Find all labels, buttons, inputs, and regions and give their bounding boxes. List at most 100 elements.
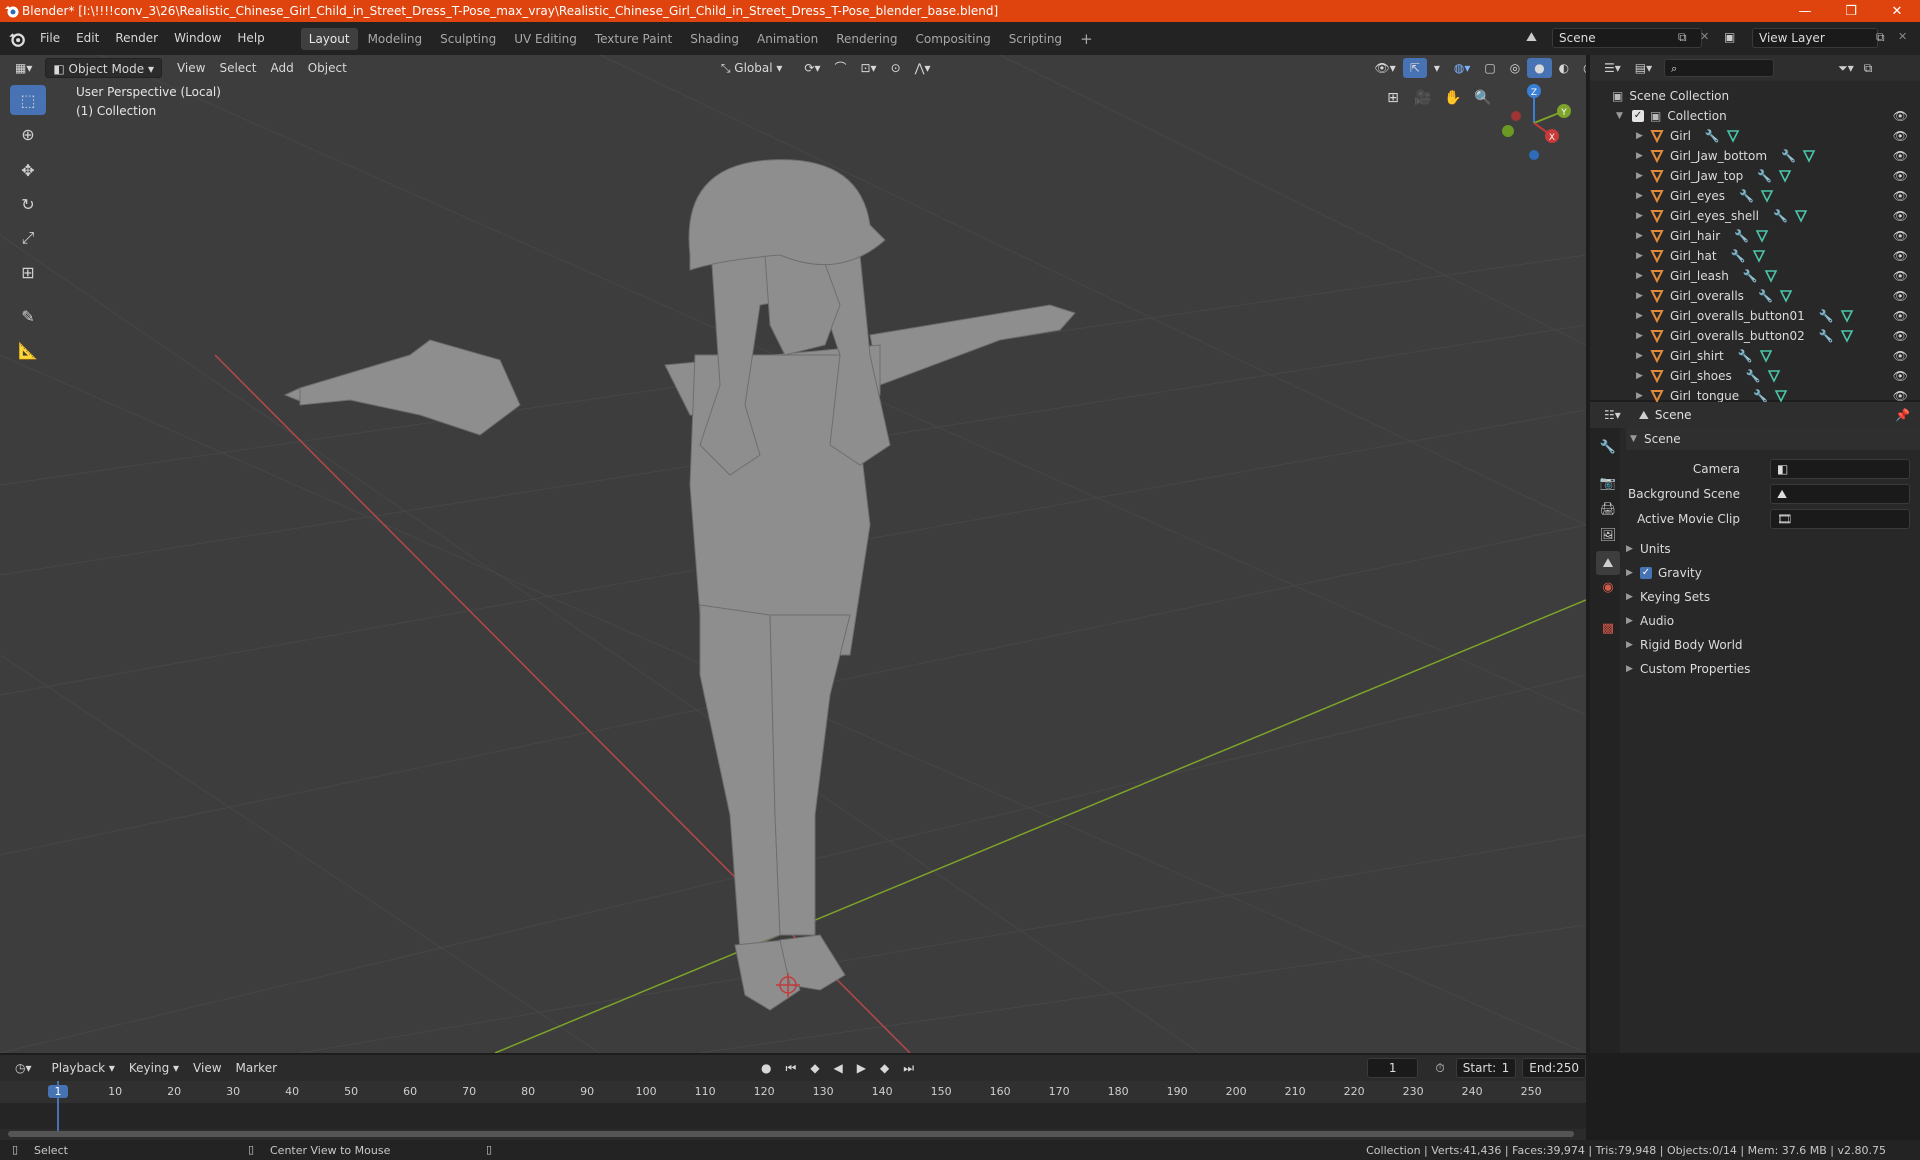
collection-visibility-icon[interactable]: 👁 [1893, 109, 1908, 123]
outliner-object-row[interactable]: ▶ Girl_leash 🔧 👁 [1590, 266, 1920, 286]
close-button[interactable]: ✕ [1874, 0, 1920, 22]
mesh-data-icon[interactable] [1752, 249, 1766, 263]
timeline-view-menu[interactable]: View [186, 1058, 228, 1078]
view-layer-field[interactable]: View Layer [1752, 28, 1878, 48]
modifier-wrench-icon[interactable]: 🔧 [1753, 389, 1768, 403]
modifier-wrench-icon[interactable]: 🔧 [1819, 309, 1834, 323]
delete-scene-icon[interactable]: ✕ [1700, 30, 1709, 43]
background-scene-field[interactable]: ⛰ [1770, 484, 1910, 504]
mesh-data-icon[interactable] [1760, 189, 1774, 203]
tab-compositing[interactable]: Compositing [907, 28, 998, 50]
visibility-eye-icon[interactable]: 👁 [1893, 269, 1908, 283]
modifier-wrench-icon[interactable]: 🔧 [1781, 149, 1796, 163]
modifier-wrench-icon[interactable]: 🔧 [1731, 249, 1746, 263]
marker-menu[interactable]: Marker [229, 1058, 284, 1078]
view-layer-tab-icon[interactable]: 🖼 [1596, 523, 1620, 547]
measure-tool-icon[interactable]: 📐 [10, 335, 46, 365]
active-movie-clip-field[interactable]: 🎞 [1770, 509, 1910, 529]
outliner-scene-collection[interactable]: ▣ Scene Collection [1590, 86, 1920, 106]
proportional-edit-icon[interactable]: ⊙ [884, 58, 908, 78]
play-icon[interactable]: ▶ [850, 1058, 873, 1078]
menu-edit[interactable]: Edit [68, 22, 107, 55]
outliner-object-row[interactable]: ▶ Girl_Jaw_top 🔧 👁 [1590, 166, 1920, 186]
next-keyframe-icon[interactable]: ◆ [873, 1058, 896, 1078]
pivot-point-icon[interactable]: ⟳▾ [797, 58, 827, 78]
modifier-wrench-icon[interactable]: 🔧 [1739, 189, 1754, 203]
add-menu[interactable]: Add [264, 58, 301, 78]
visibility-eye-icon[interactable]: 👁 [1893, 249, 1908, 263]
expand-arrow-icon[interactable]: ▶ [1636, 231, 1646, 241]
outliner-object-row[interactable]: ▶ Girl_hair 🔧 👁 [1590, 226, 1920, 246]
prev-keyframe-icon[interactable]: ◆ [803, 1058, 826, 1078]
select-box-tool-icon[interactable]: ⬚ [10, 85, 46, 115]
object-menu[interactable]: Object [301, 58, 354, 78]
visibility-eye-icon[interactable]: 👁 [1893, 149, 1908, 163]
preview-range-icon[interactable]: ⏱ [1428, 1058, 1451, 1078]
outliner-editor-type-icon[interactable]: ☰▾ [1604, 61, 1621, 75]
material-shading-icon[interactable]: ◐ [1552, 58, 1576, 78]
gizmo-toggle-icon[interactable]: ⇱ [1402, 58, 1427, 78]
new-scene-icon[interactable]: ⧉ [1678, 30, 1687, 45]
overlays-icon[interactable]: ◍▾ [1447, 58, 1478, 78]
modifier-wrench-icon[interactable]: 🔧 [1819, 329, 1834, 343]
expand-arrow-icon[interactable]: ▶ [1636, 371, 1646, 381]
falloff-icon[interactable]: ⋀▾ [908, 58, 938, 78]
keyframe-area[interactable] [0, 1103, 1586, 1129]
expand-arrow-icon[interactable]: ▶ [1636, 351, 1646, 361]
mesh-data-icon[interactable] [1840, 329, 1854, 343]
modifier-wrench-icon[interactable]: 🔧 [1757, 169, 1772, 183]
mesh-data-icon[interactable] [1755, 229, 1769, 243]
output-tab-icon[interactable]: 🖨 [1596, 497, 1620, 521]
modifier-wrench-icon[interactable]: 🔧 [1773, 209, 1788, 223]
jump-start-icon[interactable]: ⏮ [779, 1058, 804, 1078]
custom-properties-panel[interactable]: ▶ Custom Properties [1626, 658, 1750, 680]
tab-layout[interactable]: Layout [300, 27, 358, 50]
scene-panel-header[interactable]: ▼ Scene [1626, 428, 1920, 450]
visibility-eye-icon[interactable]: 👁 [1893, 389, 1908, 403]
modifier-wrench-icon[interactable]: 🔧 [1758, 289, 1773, 303]
mode-select[interactable]: ◧ Object Mode ▾ [45, 58, 162, 78]
snap-target-icon[interactable]: ⊡▾ [853, 58, 883, 78]
outliner-collection[interactable]: ▼ ✓ ▣ Collection 👁 [1590, 106, 1920, 126]
units-panel[interactable]: ▶ Units [1626, 538, 1671, 560]
tab-texture-paint[interactable]: Texture Paint [587, 28, 680, 50]
texture-tab-icon[interactable]: ▩ [1596, 616, 1620, 640]
annotate-tool-icon[interactable]: ✎ [10, 301, 46, 331]
modifier-wrench-icon[interactable]: 🔧 [1738, 349, 1753, 363]
mesh-data-icon[interactable] [1759, 349, 1773, 363]
xray-icon[interactable]: ▢ [1477, 58, 1502, 78]
filter-icon[interactable]: ⏷▾ [1838, 61, 1854, 76]
tab-modeling[interactable]: Modeling [360, 28, 431, 50]
current-frame-field[interactable]: 1 [1367, 1058, 1419, 1078]
add-workspace-button[interactable]: + [1072, 28, 1101, 50]
keying-menu[interactable]: Keying ▾ [122, 1058, 186, 1078]
camera-view-icon[interactable]: 🎥 [1410, 85, 1436, 111]
tab-animation[interactable]: Animation [749, 28, 826, 50]
snap-icon[interactable]: ⌒ [827, 58, 853, 78]
pin-icon[interactable]: 📌 [1895, 408, 1910, 422]
tab-sculpting[interactable]: Sculpting [432, 28, 504, 50]
visibility-eye-icon[interactable]: 👁 [1893, 129, 1908, 143]
expand-arrow-icon[interactable]: ▶ [1636, 291, 1646, 301]
modifier-wrench-icon[interactable]: 🔧 [1734, 229, 1749, 243]
expand-arrow-icon[interactable]: ▶ [1636, 251, 1646, 261]
visibility-eye-icon[interactable]: 👁 [1893, 309, 1908, 323]
expand-arrow-icon[interactable]: ▶ [1636, 311, 1646, 321]
mesh-data-icon[interactable] [1779, 289, 1793, 303]
expand-arrow-icon[interactable]: ▼ [1616, 111, 1626, 121]
view-menu[interactable]: View [170, 58, 212, 78]
outliner-search-field[interactable]: ⌕ [1664, 59, 1775, 77]
record-icon[interactable]: ● [754, 1058, 778, 1078]
modifier-wrench-icon[interactable]: 🔧 [1746, 369, 1761, 383]
expand-arrow-icon[interactable]: ▶ [1636, 171, 1646, 181]
visibility-icon[interactable]: 👁▾ [1368, 58, 1403, 78]
menu-render[interactable]: Render [107, 22, 166, 55]
transform-tool-icon[interactable]: ⊞ [10, 257, 46, 287]
mesh-data-icon[interactable] [1767, 369, 1781, 383]
scene-selector-icon[interactable]: ⛰ [1526, 30, 1537, 45]
outliner-object-row[interactable]: ▶ Girl_shirt 🔧 👁 [1590, 346, 1920, 366]
scale-tool-icon[interactable]: ⤢ [10, 223, 46, 253]
scene-tab-icon[interactable]: ⛰ [1596, 551, 1620, 575]
expand-arrow-icon[interactable]: ▶ [1636, 131, 1646, 141]
timeline-editor-type-icon[interactable]: ◷▾ [8, 1058, 39, 1078]
